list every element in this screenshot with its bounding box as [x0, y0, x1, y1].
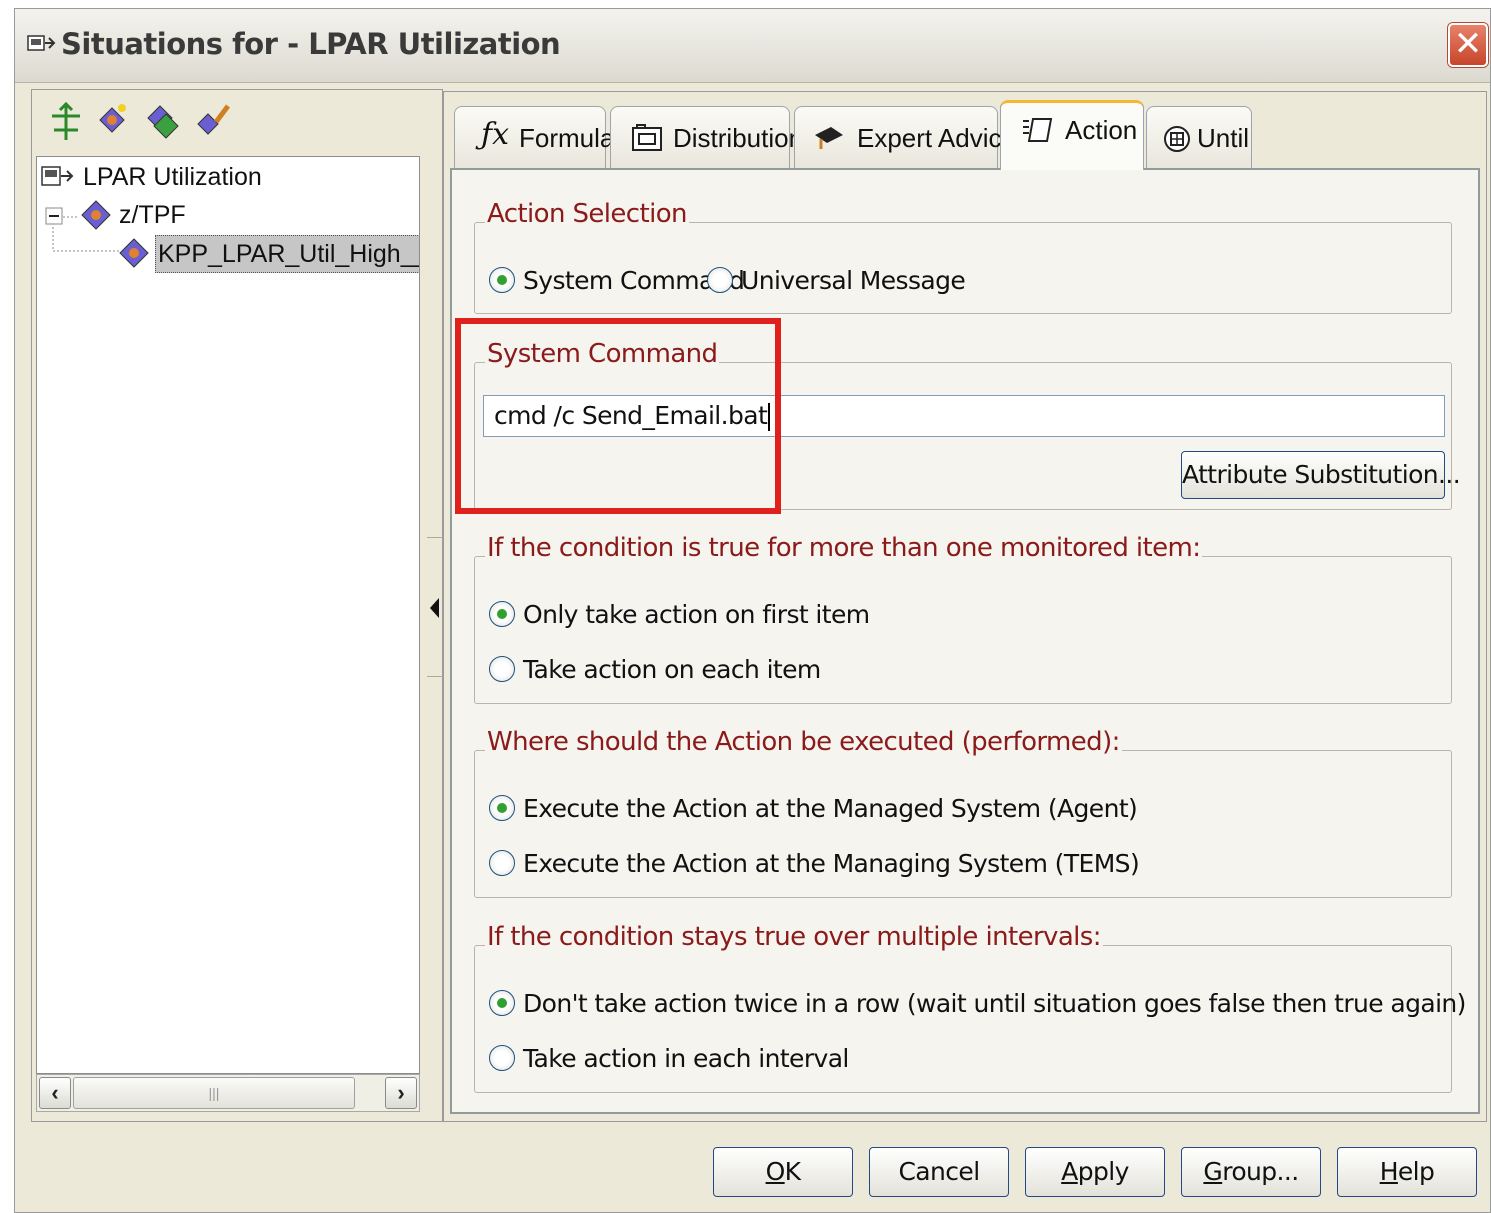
cancel-button[interactable]: Cancel	[869, 1147, 1009, 1197]
tab-label: Expert Advice	[857, 123, 1016, 153]
execute-location-group: Where should the Action be executed (per…	[474, 727, 1452, 898]
title-bar: Situations for - LPAR Utilization ✕	[15, 9, 1490, 83]
tab-expert-advice[interactable]: Expert Advice	[794, 106, 1016, 168]
tab-action[interactable]: Action	[1000, 100, 1144, 170]
command-text: cmd /c Send_Email.bat	[494, 401, 768, 430]
button-label: elp	[1397, 1157, 1435, 1186]
radio-button[interactable]	[707, 267, 733, 293]
radio-button[interactable]	[489, 795, 515, 821]
tab-until[interactable]: Until	[1146, 106, 1252, 168]
action-tab-panel: Action Selection System Command Universa…	[450, 168, 1480, 1114]
system-command-input[interactable]: cmd /c Send_Email.bat	[483, 395, 1445, 437]
tab-label: Action	[1065, 115, 1138, 145]
scroll-left-button[interactable]: ‹	[39, 1077, 71, 1109]
collapse-icon[interactable]	[45, 207, 63, 225]
radio-label: Take action in each interval	[523, 1044, 849, 1073]
radio-button[interactable]	[489, 267, 515, 293]
collapse-left-icon[interactable]	[430, 598, 439, 618]
radio-label: Don't take action twice in a row (wait u…	[523, 989, 1466, 1018]
tab-formula[interactable]: ƒx Formula	[454, 106, 614, 168]
situation-diamond-icon	[119, 238, 149, 268]
group-title: Where should the Action be executed (per…	[485, 727, 1122, 757]
radio-label: Execute the Action at the Managing Syste…	[523, 849, 1140, 878]
situation-icon	[41, 166, 74, 186]
tree-item-label: LPAR Utilization	[83, 163, 262, 191]
radio-label: Execute the Action at the Managed System…	[523, 794, 1138, 823]
situation-editor-pane: ƒx Formula Distribution Expert Advice Ac…	[443, 91, 1487, 1122]
tree-line	[52, 227, 121, 252]
ok-button[interactable]: OK	[713, 1147, 853, 1197]
tab-label: Distribution	[673, 123, 804, 153]
attribute-substitution-button[interactable]: Attribute Substitution...	[1181, 451, 1461, 499]
intervals-group: If the condition stays true over multipl…	[474, 922, 1466, 1093]
close-button[interactable]: ✕	[1448, 23, 1488, 67]
group-button[interactable]: Group...	[1181, 1147, 1321, 1197]
text-caret	[768, 403, 771, 431]
radio-button[interactable]	[489, 850, 515, 876]
group-title: If the condition stays true over multipl…	[485, 922, 1103, 952]
group-title: Action Selection	[485, 199, 689, 229]
formula-icon: ƒx	[481, 117, 510, 152]
mnemonic: A	[1061, 1157, 1078, 1186]
horizontal-scrollbar[interactable]: ‹ ||| ›	[36, 1074, 420, 1112]
expand-all-icon[interactable]	[46, 100, 86, 144]
action-selection-group: Action Selection System Command Universa…	[474, 199, 1452, 314]
situation-tree[interactable]: LPAR Utilization z/TPF KPP_LPAR_Util_Hig…	[36, 156, 420, 1074]
group-title: System Command	[485, 339, 720, 369]
window-title: Situations for - LPAR Utilization	[61, 27, 561, 61]
tree-item-situation[interactable]: KPP_LPAR_Util_High__San	[39, 227, 419, 273]
tab-label: Until	[1197, 123, 1250, 153]
scroll-right-button[interactable]: ›	[385, 1077, 417, 1109]
multiple-items-group: If the condition is true for more than o…	[474, 533, 1452, 704]
until-icon	[1164, 126, 1190, 152]
tree-item-label: z/TPF	[119, 201, 186, 229]
radio-label: Take action on each item	[523, 655, 821, 684]
scroll-thumb[interactable]: |||	[73, 1077, 355, 1109]
button-label: pply	[1077, 1157, 1130, 1186]
radio-button[interactable]	[489, 1045, 515, 1071]
edit-situation-icon[interactable]	[192, 100, 232, 144]
radio-button[interactable]	[489, 601, 515, 627]
help-button[interactable]: Help	[1337, 1147, 1477, 1197]
situation-tree-pane: LPAR Utilization z/TPF KPP_LPAR_Util_Hig…	[31, 89, 443, 1122]
tree-item-label: KPP_LPAR_Util_High__San	[155, 235, 419, 273]
tree-line	[63, 216, 79, 218]
tab-distribution[interactable]: Distribution	[610, 106, 803, 168]
button-label: roup...	[1222, 1157, 1299, 1186]
tab-label: Formula	[519, 123, 615, 153]
create-another-icon[interactable]	[142, 100, 182, 144]
distribution-icon	[632, 124, 662, 151]
graduation-cap-icon	[815, 127, 843, 149]
tree-toolbar	[38, 100, 438, 150]
situations-dialog: Situations for - LPAR Utilization ✕ LPAR…	[14, 8, 1491, 1213]
new-situation-icon[interactable]	[92, 100, 132, 144]
radio-button[interactable]	[489, 990, 515, 1016]
mnemonic: H	[1379, 1157, 1399, 1186]
system-command-group: System Command cmd /c Send_Email.bat Att…	[474, 339, 1461, 510]
radio-button[interactable]	[489, 656, 515, 682]
radio-label: Universal Message	[741, 266, 966, 295]
radio-label: Only take action on first item	[523, 600, 870, 629]
group-title: If the condition is true for more than o…	[485, 533, 1203, 563]
action-icon	[1023, 118, 1053, 142]
apply-button[interactable]: Apply	[1025, 1147, 1165, 1197]
mnemonic: G	[1203, 1157, 1223, 1186]
pane-splitter[interactable]	[427, 537, 443, 677]
button-label: K	[784, 1157, 801, 1186]
situation-icon	[27, 35, 56, 51]
mnemonic: O	[765, 1157, 786, 1186]
